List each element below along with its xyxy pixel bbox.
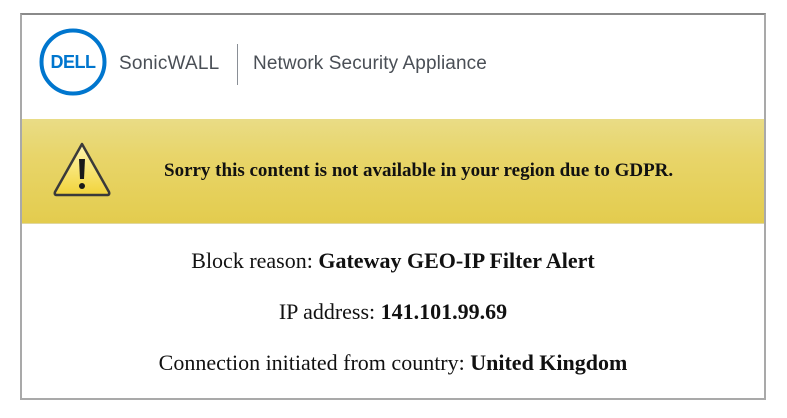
block-reason-label: Block reason: bbox=[191, 248, 313, 273]
country-line: Connection initiated from country: Unite… bbox=[22, 350, 764, 376]
dell-logo: DELL bbox=[39, 28, 107, 96]
ip-address-line: IP address: 141.101.99.69 bbox=[22, 299, 764, 325]
ip-address-label: IP address: bbox=[278, 299, 376, 324]
warning-triangle-icon bbox=[53, 142, 111, 197]
header: DELL SonicWALL Network Security Applianc… bbox=[22, 15, 764, 119]
country-value: United Kingdom bbox=[470, 350, 628, 375]
banner-message: Sorry this content is not available in y… bbox=[164, 160, 674, 181]
header-divider bbox=[237, 44, 238, 85]
warning-banner: Sorry this content is not available in y… bbox=[22, 119, 764, 224]
block-page-frame: DELL SonicWALL Network Security Applianc… bbox=[20, 13, 766, 400]
block-reason-value: Gateway GEO-IP Filter Alert bbox=[318, 248, 595, 273]
dell-logo-text: DELL bbox=[51, 52, 97, 72]
product-name: Network Security Appliance bbox=[253, 53, 487, 74]
country-label: Connection initiated from country: bbox=[158, 350, 465, 375]
brand-name: SonicWALL bbox=[119, 53, 220, 74]
block-reason-line: Block reason: Gateway GEO-IP Filter Aler… bbox=[22, 248, 764, 274]
ip-address-value: 141.101.99.69 bbox=[380, 299, 508, 324]
